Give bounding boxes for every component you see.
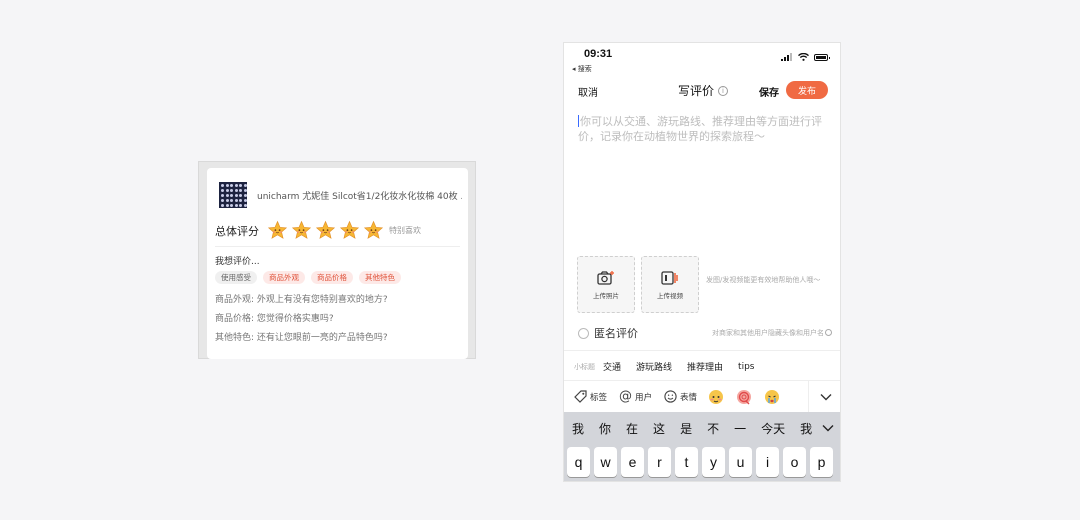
user-tool-label: 用户 [635,392,653,403]
publish-button[interactable]: 发布 [786,81,828,99]
key-w[interactable]: w [594,447,617,477]
page-title: 写评价 i [678,82,729,99]
key-p[interactable]: p [810,447,833,477]
cancel-button[interactable]: 取消 [578,84,598,99]
tag-tool-button[interactable]: 标签 [574,390,607,403]
review-placeholder: 你可以从交通、游玩路线、推荐理由等方面进行评价，记录你在动植物世界的探索旅程～ [578,115,822,143]
product-row[interactable]: unicharm 尤妮佳 Silcot省1/2化妆水化妆棉 40枚 ... [219,182,464,208]
subtitle-item-route[interactable]: 游玩路线 [636,360,672,373]
question-icon[interactable] [825,329,832,336]
aspect-tags: 使用感受 商品外观 商品价格 其他特色 [215,271,407,284]
tag-tool-label: 标签 [590,392,608,403]
star-rating[interactable] [267,220,387,241]
rating-description: 特别喜欢 [389,226,421,235]
toolbar-collapse-button[interactable] [808,381,840,413]
prompt-price: 商品价格: 您觉得价格实惠吗? [215,314,334,324]
star-icon[interactable] [267,220,288,241]
phone-screen: 09:31 ◂ 搜索 取消 写评价 i 保存 发布 你可以从交通、游玩路线、推荐… [563,42,841,482]
tag-other[interactable]: 其他特色 [359,271,401,284]
smiley-icon [664,390,677,403]
product-thumbnail [219,182,247,208]
review-card: unicharm 尤妮佳 Silcot省1/2化妆水化妆棉 40枚 ... 总体… [207,168,468,359]
candidate-item[interactable]: 是 [680,420,692,437]
divider [215,246,460,247]
emoji-lollipop-icon[interactable] [737,389,752,404]
anonymous-tip: 对商家和其他用户隐藏头像和用户名 [712,328,832,338]
status-time: 09:31 [584,48,613,60]
tag-price[interactable]: 商品价格 [311,271,353,284]
product-title: unicharm 尤妮佳 Silcot省1/2化妆水化妆棉 40枚 ... [257,191,462,202]
subtitle-item-tips[interactable]: tips [738,362,754,372]
signal-icon [781,53,793,61]
upload-photo-button[interactable]: 上传照片 [577,256,635,313]
subtitle-item-traffic[interactable]: 交通 [603,360,621,373]
emoji-shy-icon[interactable] [709,389,724,404]
anonymous-tip-text: 对商家和其他用户隐藏头像和用户名 [712,329,824,337]
subtitle-row: 小标题 交通 游玩路线 推荐理由 tips [574,360,769,374]
upload-tip: 发图/发视频能更有效地帮助他人哦～ [706,276,821,284]
camera-icon [597,270,614,285]
key-row: q w e r t y u i o p [567,447,837,477]
info-icon[interactable]: i [718,85,729,96]
emoji-cry-icon[interactable] [765,389,780,404]
prompt-appearance: 商品外观: 外观上有没有您特别喜欢的地方? [215,295,388,305]
status-back-link[interactable]: ◂ 搜索 [572,64,592,74]
star-icon[interactable] [291,220,312,241]
save-button[interactable]: 保存 [759,84,779,99]
overall-rating-row: 总体评分 特别喜欢 [215,220,460,241]
star-icon[interactable] [363,220,384,241]
candidate-bar: 我 你 在 这 是 不 一 今天 我 [572,420,827,437]
upload-video-button[interactable]: 上传视频 [641,256,699,313]
candidate-item[interactable]: 我 [800,420,812,437]
emoji-tool-label: 表情 [680,392,698,403]
candidate-item[interactable]: 今天 [761,420,785,437]
key-y[interactable]: y [702,447,725,477]
candidate-item[interactable]: 在 [626,420,638,437]
overall-rating-label: 总体评分 [215,224,259,238]
upload-video-label: 上传视频 [657,291,683,300]
text-caret [578,115,579,127]
key-r[interactable]: r [648,447,671,477]
tag-icon [574,390,587,403]
anonymous-row: 匿名评价 对商家和其他用户隐藏头像和用户名 [578,325,832,341]
at-icon: @ [619,389,633,404]
user-tool-button[interactable]: @ 用户 [619,389,652,404]
star-icon[interactable] [315,220,336,241]
anonymous-radio[interactable] [578,327,589,339]
key-t[interactable]: t [675,447,698,477]
tag-usage[interactable]: 使用感受 [215,271,257,284]
review-card-frame: unicharm 尤妮佳 Silcot省1/2化妆水化妆棉 40枚 ... 总体… [198,161,476,359]
keyboard-collapse-button[interactable] [822,417,834,436]
key-q[interactable]: q [567,447,590,477]
subtitle-label: 小标题 [574,362,595,371]
video-icon [661,270,678,285]
prompt-other: 其他特色: 还有让您眼前一亮的产品特色吗? [215,333,388,343]
wifi-icon [798,53,809,61]
star-icon[interactable] [339,220,360,241]
key-o[interactable]: o [783,447,806,477]
key-i[interactable]: i [756,447,779,477]
emoji-tool-button[interactable]: 表情 [664,390,697,403]
candidate-item[interactable]: 一 [734,420,746,437]
key-e[interactable]: e [621,447,644,477]
chevron-down-icon [820,394,831,401]
chevron-down-icon [822,425,834,432]
key-u[interactable]: u [729,447,752,477]
candidate-item[interactable]: 你 [599,420,611,437]
candidate-item[interactable]: 不 [707,420,719,437]
keyboard: 我 你 在 这 是 不 一 今天 我 q w e r t y u i o p [564,412,840,481]
divider [564,350,840,351]
status-icons [781,53,830,61]
subtitle-item-reason[interactable]: 推荐理由 [687,360,723,373]
anonymous-label[interactable]: 匿名评价 [594,325,638,341]
editor-toolbar: 标签 @ 用户 表情 [564,380,840,413]
tag-appearance[interactable]: 商品外观 [263,271,305,284]
page-title-text: 写评价 [678,84,715,98]
upload-photo-label: 上传照片 [593,291,619,300]
candidate-item[interactable]: 这 [653,420,665,437]
battery-icon [814,53,830,61]
candidate-item[interactable]: 我 [572,420,584,437]
want-review-title: 我想评价... [215,257,260,267]
review-textarea[interactable]: 你可以从交通、游玩路线、推荐理由等方面进行评价，记录你在动植物世界的探索旅程～ [578,114,828,144]
